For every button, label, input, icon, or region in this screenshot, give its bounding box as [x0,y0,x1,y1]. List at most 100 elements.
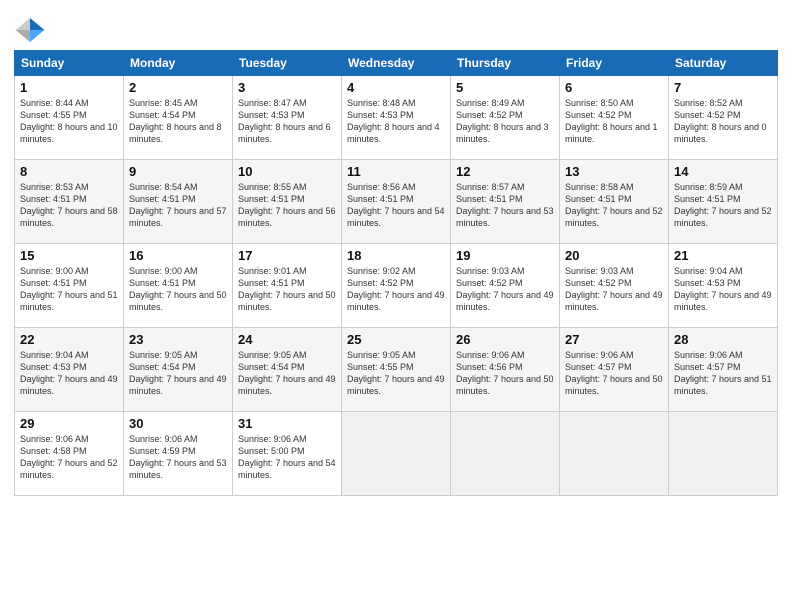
calendar-cell: 15 Sunrise: 9:00 AMSunset: 4:51 PMDayligh… [15,244,124,328]
cell-info: Sunrise: 8:56 AMSunset: 4:51 PMDaylight:… [347,182,445,228]
cell-info: Sunrise: 9:02 AMSunset: 4:52 PMDaylight:… [347,266,445,312]
column-header-tuesday: Tuesday [233,51,342,76]
calendar-cell: 31Sunrise: 9:06 AMSunset: 5:00 PMDayligh… [233,412,342,496]
day-number: 18 [347,248,445,263]
day-number: 4 [347,80,445,95]
day-number: 10 [238,164,336,179]
day-number: 11 [347,164,445,179]
calendar-cell: 1 Sunrise: 8:44 AMSunset: 4:55 PMDaylight… [15,76,124,160]
day-number: 24 [238,332,336,347]
calendar-cell: 2 Sunrise: 8:45 AMSunset: 4:54 PMDaylight… [124,76,233,160]
cell-info: Sunrise: 9:03 AMSunset: 4:52 PMDaylight:… [565,266,663,312]
calendar-cell: 16Sunrise: 9:00 AMSunset: 4:51 PMDayligh… [124,244,233,328]
cell-info: Sunrise: 8:50 AMSunset: 4:52 PMDaylight:… [565,98,658,144]
column-header-friday: Friday [560,51,669,76]
calendar-cell: 28 Sunrise: 9:06 AMSunset: 4:57 PMDayligh… [669,328,778,412]
calendar-cell: 11 Sunrise: 8:56 AMSunset: 4:51 PMDayligh… [342,160,451,244]
calendar-cell: 12 Sunrise: 8:57 AMSunset: 4:51 PMDayligh… [451,160,560,244]
calendar-table: SundayMondayTuesdayWednesdayThursdayFrid… [14,50,778,496]
column-header-saturday: Saturday [669,51,778,76]
day-number: 27 [565,332,663,347]
calendar-cell: 27 Sunrise: 9:06 AMSunset: 4:57 PMDayligh… [560,328,669,412]
cell-info: Sunrise: 9:06 AMSunset: 4:57 PMDaylight:… [674,350,772,396]
calendar-week-4: 22Sunrise: 9:04 AMSunset: 4:53 PMDayligh… [15,328,778,412]
calendar-week-5: 29 Sunrise: 9:06 AMSunset: 4:58 PMDayligh… [15,412,778,496]
calendar-cell: 9Sunrise: 8:54 AMSunset: 4:51 PMDaylight… [124,160,233,244]
day-number: 22 [20,332,118,347]
calendar-cell: 29 Sunrise: 9:06 AMSunset: 4:58 PMDayligh… [15,412,124,496]
calendar-cell: 19Sunrise: 9:03 AMSunset: 4:52 PMDayligh… [451,244,560,328]
cell-info: Sunrise: 8:53 AMSunset: 4:51 PMDaylight:… [20,182,118,228]
cell-info: Sunrise: 8:44 AMSunset: 4:55 PMDaylight:… [20,98,118,144]
day-number: 13 [565,164,663,179]
calendar-cell: 10 Sunrise: 8:55 AMSunset: 4:51 PMDayligh… [233,160,342,244]
cell-info: Sunrise: 9:06 AMSunset: 5:00 PMDaylight:… [238,434,336,480]
calendar-cell: 4 Sunrise: 8:48 AMSunset: 4:53 PMDaylight… [342,76,451,160]
cell-info: Sunrise: 9:00 AMSunset: 4:51 PMDaylight:… [129,266,227,312]
calendar-cell: 20 Sunrise: 9:03 AMSunset: 4:52 PMDayligh… [560,244,669,328]
calendar-cell: 21Sunrise: 9:04 AMSunset: 4:53 PMDayligh… [669,244,778,328]
day-number: 14 [674,164,772,179]
cell-info: Sunrise: 8:59 AMSunset: 4:51 PMDaylight:… [674,182,772,228]
day-number: 2 [129,80,227,95]
calendar-cell: 26 Sunrise: 9:06 AMSunset: 4:56 PMDayligh… [451,328,560,412]
column-header-thursday: Thursday [451,51,560,76]
calendar-week-2: 8 Sunrise: 8:53 AMSunset: 4:51 PMDaylight… [15,160,778,244]
day-number: 5 [456,80,554,95]
calendar-cell [669,412,778,496]
cell-info: Sunrise: 9:00 AMSunset: 4:51 PMDaylight:… [20,266,118,312]
cell-info: Sunrise: 8:57 AMSunset: 4:51 PMDaylight:… [456,182,554,228]
header [14,10,778,46]
day-number: 28 [674,332,772,347]
column-header-monday: Monday [124,51,233,76]
calendar-cell: 17Sunrise: 9:01 AMSunset: 4:51 PMDayligh… [233,244,342,328]
calendar-cell [560,412,669,496]
calendar-cell [451,412,560,496]
logo [14,14,48,46]
cell-info: Sunrise: 8:48 AMSunset: 4:53 PMDaylight:… [347,98,440,144]
cell-info: Sunrise: 8:54 AMSunset: 4:51 PMDaylight:… [129,182,227,228]
calendar-cell: 7 Sunrise: 8:52 AMSunset: 4:52 PMDaylight… [669,76,778,160]
calendar-body: 1 Sunrise: 8:44 AMSunset: 4:55 PMDaylight… [15,76,778,496]
calendar-cell: 25Sunrise: 9:05 AMSunset: 4:55 PMDayligh… [342,328,451,412]
calendar-cell: 3Sunrise: 8:47 AMSunset: 4:53 PMDaylight… [233,76,342,160]
calendar-cell: 30 Sunrise: 9:06 AMSunset: 4:59 PMDayligh… [124,412,233,496]
logo-icon [14,14,46,46]
day-number: 8 [20,164,118,179]
cell-info: Sunrise: 8:47 AMSunset: 4:53 PMDaylight:… [238,98,331,144]
cell-info: Sunrise: 8:58 AMSunset: 4:51 PMDaylight:… [565,182,663,228]
day-number: 12 [456,164,554,179]
cell-info: Sunrise: 9:05 AMSunset: 4:54 PMDaylight:… [238,350,336,396]
column-header-wednesday: Wednesday [342,51,451,76]
cell-info: Sunrise: 8:52 AMSunset: 4:52 PMDaylight:… [674,98,767,144]
day-number: 30 [129,416,227,431]
cell-info: Sunrise: 8:49 AMSunset: 4:52 PMDaylight:… [456,98,549,144]
page-container: SundayMondayTuesdayWednesdayThursdayFrid… [0,0,792,506]
day-number: 7 [674,80,772,95]
calendar-cell: 23Sunrise: 9:05 AMSunset: 4:54 PMDayligh… [124,328,233,412]
cell-info: Sunrise: 9:06 AMSunset: 4:58 PMDaylight:… [20,434,118,480]
column-header-sunday: Sunday [15,51,124,76]
calendar-week-3: 15 Sunrise: 9:00 AMSunset: 4:51 PMDayligh… [15,244,778,328]
day-number: 26 [456,332,554,347]
cell-info: Sunrise: 9:01 AMSunset: 4:51 PMDaylight:… [238,266,336,312]
day-number: 19 [456,248,554,263]
calendar-cell: 6 Sunrise: 8:50 AMSunset: 4:52 PMDaylight… [560,76,669,160]
day-number: 1 [20,80,118,95]
cell-info: Sunrise: 9:06 AMSunset: 4:57 PMDaylight:… [565,350,663,396]
day-number: 6 [565,80,663,95]
calendar-cell: 5 Sunrise: 8:49 AMSunset: 4:52 PMDaylight… [451,76,560,160]
day-number: 25 [347,332,445,347]
day-number: 29 [20,416,118,431]
cell-info: Sunrise: 9:05 AMSunset: 4:54 PMDaylight:… [129,350,227,396]
day-number: 15 [20,248,118,263]
cell-info: Sunrise: 9:06 AMSunset: 4:56 PMDaylight:… [456,350,554,396]
calendar-cell: 22Sunrise: 9:04 AMSunset: 4:53 PMDayligh… [15,328,124,412]
day-number: 20 [565,248,663,263]
calendar-cell: 13 Sunrise: 8:58 AMSunset: 4:51 PMDayligh… [560,160,669,244]
calendar-cell: 14 Sunrise: 8:59 AMSunset: 4:51 PMDayligh… [669,160,778,244]
cell-info: Sunrise: 9:06 AMSunset: 4:59 PMDaylight:… [129,434,227,480]
cell-info: Sunrise: 8:45 AMSunset: 4:54 PMDaylight:… [129,98,222,144]
calendar-cell: 24 Sunrise: 9:05 AMSunset: 4:54 PMDayligh… [233,328,342,412]
cell-info: Sunrise: 8:55 AMSunset: 4:51 PMDaylight:… [238,182,336,228]
